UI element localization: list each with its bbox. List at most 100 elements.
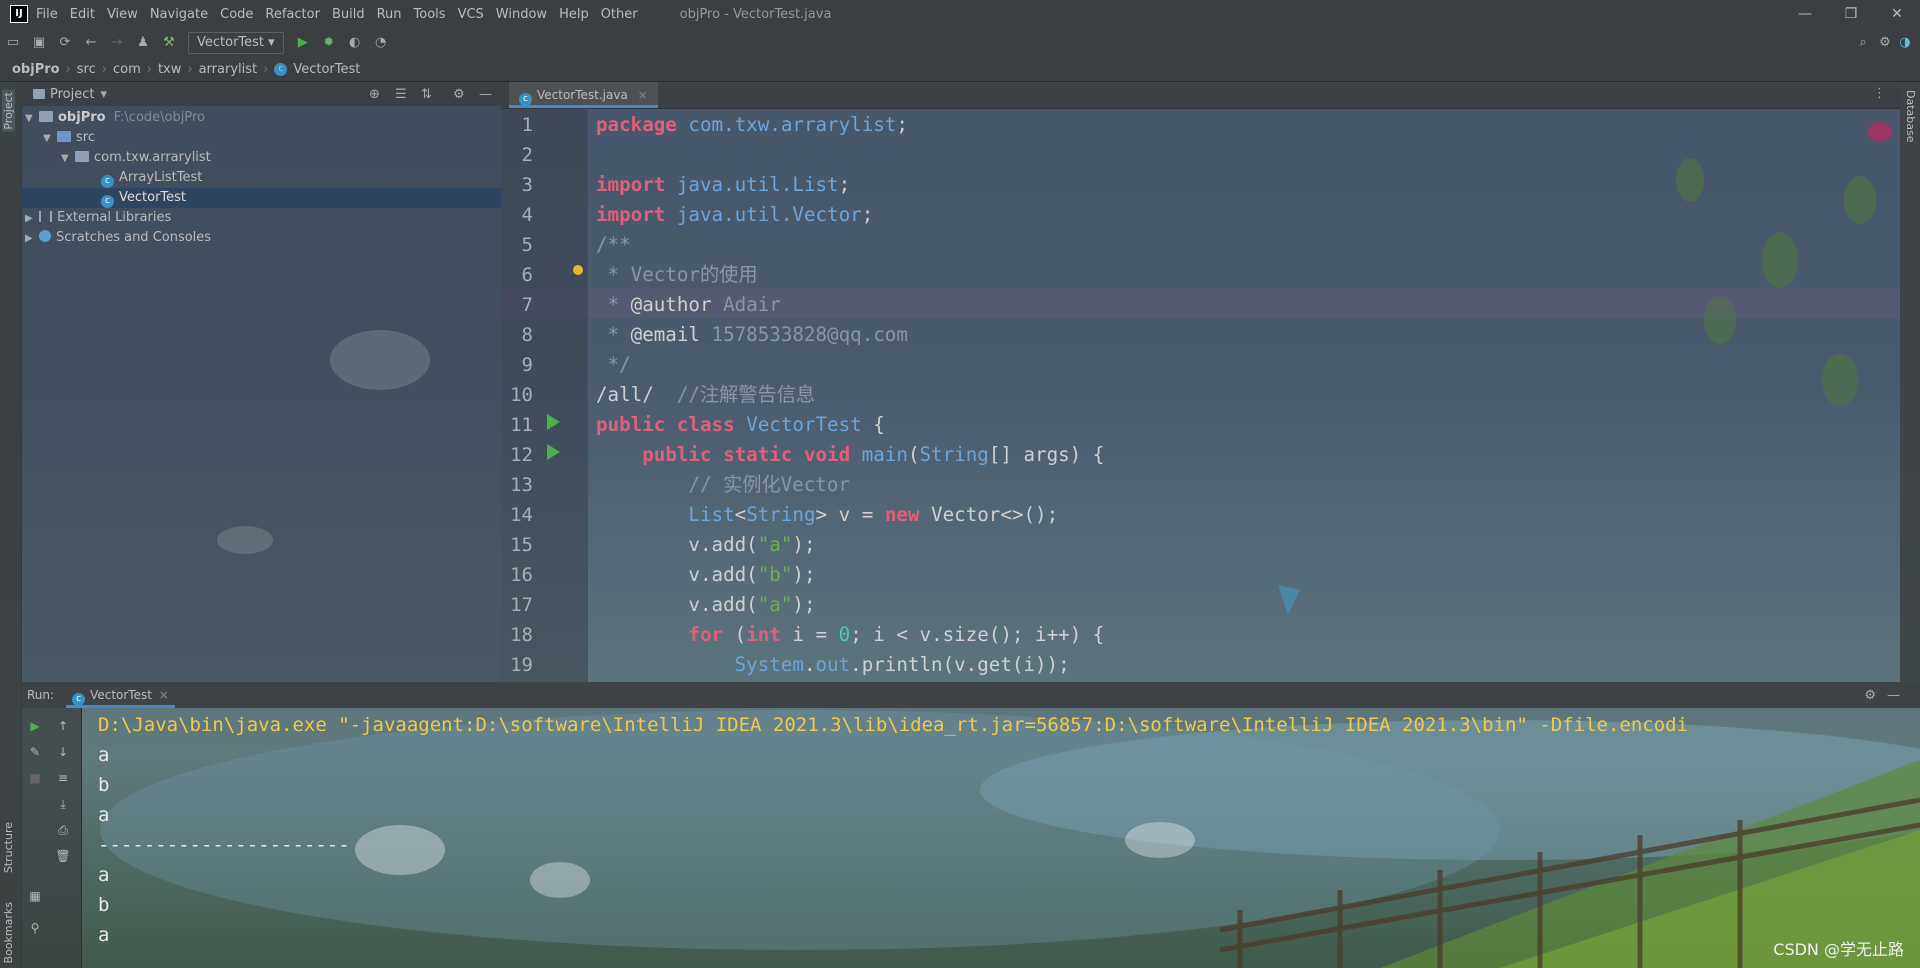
- menu-run[interactable]: Run: [377, 7, 402, 22]
- line-number: 15: [510, 534, 533, 556]
- breadcrumb-txw[interactable]: txw: [158, 62, 181, 77]
- run-icon[interactable]: ▶: [292, 32, 314, 54]
- code-editor[interactable]: package com.txw.arrarylist; import java.…: [587, 108, 1900, 682]
- coverage-icon[interactable]: ◐: [344, 32, 366, 54]
- menu-code[interactable]: Code: [220, 7, 253, 22]
- back-icon[interactable]: ←: [80, 32, 102, 54]
- layout-icon[interactable]: ▦: [25, 886, 45, 906]
- menu-vcs[interactable]: VCS: [458, 7, 484, 22]
- run-class-gutter-icon[interactable]: [547, 414, 560, 430]
- scroll-down-icon[interactable]: ↓: [53, 742, 73, 762]
- tree-item-arraylisttest[interactable]: c ArrayListTest: [21, 168, 501, 188]
- hide-run-panel-icon[interactable]: —: [1887, 688, 1900, 703]
- menu-refactor[interactable]: Refactor: [265, 7, 320, 22]
- breadcrumb-project[interactable]: objPro: [12, 62, 60, 77]
- tree-item-scratches[interactable]: ▶ Scratches and Consoles: [21, 228, 501, 248]
- profile-icon[interactable]: ◔: [370, 32, 392, 54]
- title-bar: IJ File Edit View Navigate Code Refactor Build…: [0, 0, 1920, 28]
- minimize-button[interactable]: —: [1782, 0, 1828, 28]
- wrench-icon[interactable]: ✎: [25, 742, 45, 762]
- line-number: 3: [521, 174, 533, 196]
- open-folder-icon[interactable]: ▭: [2, 32, 24, 54]
- console-line: a: [98, 744, 110, 766]
- settings-gear-icon[interactable]: ⚙: [1874, 32, 1896, 54]
- scroll-up-icon[interactable]: ↑: [53, 716, 73, 736]
- forward-icon[interactable]: →: [106, 32, 128, 54]
- user-icon[interactable]: ♟: [132, 32, 154, 54]
- tree-item-src[interactable]: ▼ src: [21, 128, 501, 148]
- menu-help[interactable]: Help: [559, 7, 589, 22]
- menu-navigate[interactable]: Navigate: [150, 7, 208, 22]
- collapse-all-icon[interactable]: ⇅: [421, 87, 432, 102]
- chevron-down-icon[interactable]: ▼: [61, 149, 75, 169]
- rerun-icon[interactable]: ▶: [25, 716, 45, 736]
- bookmarks-tool-tab[interactable]: Bookmarks: [2, 902, 15, 963]
- chevron-right-icon[interactable]: ▶: [25, 209, 39, 229]
- code-line: v.add("a");: [596, 530, 815, 560]
- chevron-down-icon[interactable]: ▾: [100, 87, 107, 102]
- database-tool-tab[interactable]: Database: [1904, 90, 1917, 143]
- menu-view[interactable]: View: [107, 7, 138, 22]
- locate-icon[interactable]: ⊕: [369, 87, 380, 102]
- panel-settings-icon[interactable]: ⚙: [453, 87, 465, 102]
- console-line: D:\Java\bin\java.exe "-javaagent:D:\soft…: [98, 714, 1689, 736]
- tree-item-objpro[interactable]: ▼ objPro F:\code\objPro: [21, 108, 501, 128]
- menu-window[interactable]: Window: [496, 7, 547, 22]
- close-tab-icon[interactable]: ×: [638, 88, 648, 102]
- project-panel-title[interactable]: Project: [50, 87, 94, 102]
- debug-icon[interactable]: ✹: [318, 32, 340, 54]
- library-icon: [39, 211, 52, 222]
- project-tool-tab[interactable]: Project: [2, 90, 15, 132]
- more-options-icon[interactable]: ⋮: [1873, 86, 1886, 101]
- build-hammer-icon[interactable]: ⚒: [158, 32, 180, 54]
- menu-other[interactable]: Other: [601, 7, 638, 22]
- run-configuration-label: VectorTest: [197, 35, 265, 50]
- sync-icon[interactable]: ⟳: [54, 32, 76, 54]
- expand-all-icon[interactable]: ☰: [395, 87, 407, 102]
- close-tab-icon[interactable]: ×: [159, 688, 169, 702]
- code-token: .println(v.get(i));: [850, 653, 1070, 676]
- trash-icon[interactable]: 🗑: [53, 846, 73, 866]
- plugin-icon[interactable]: ◑: [1894, 32, 1916, 54]
- menu-tools[interactable]: Tools: [414, 7, 446, 22]
- chevron-right-icon[interactable]: ▶: [25, 229, 39, 249]
- soft-wrap-icon[interactable]: ≡: [53, 768, 73, 788]
- structure-tool-tab[interactable]: Structure: [2, 822, 15, 873]
- stop-icon[interactable]: ■: [25, 768, 45, 788]
- breadcrumb-com[interactable]: com: [113, 62, 141, 77]
- tree-item-package[interactable]: ▼ com.txw.arrarylist: [21, 148, 501, 168]
- breadcrumb-src[interactable]: src: [77, 62, 96, 77]
- run-tab-vectortest[interactable]: c VectorTest ×: [66, 682, 175, 708]
- tree-item-external-libraries[interactable]: ▶ External Libraries: [21, 208, 501, 228]
- chevron-down-icon[interactable]: ▼: [25, 109, 39, 129]
- run-settings-icon[interactable]: ⚙: [1864, 688, 1876, 703]
- scroll-to-end-icon[interactable]: ⤓: [53, 794, 73, 814]
- breadcrumb-vectortest[interactable]: VectorTest: [293, 62, 360, 77]
- line-number: 4: [521, 204, 533, 226]
- run-configuration-select[interactable]: VectorTest ▾: [188, 32, 284, 54]
- lightbulb-icon[interactable]: [573, 265, 583, 275]
- editor-tab-vectortest[interactable]: c VectorTest.java ×: [509, 82, 658, 108]
- menu-file[interactable]: File: [36, 7, 58, 22]
- close-window-button[interactable]: ✕: [1874, 0, 1920, 28]
- menu-build[interactable]: Build: [332, 7, 365, 22]
- code-line: v.add("a");: [596, 590, 815, 620]
- breadcrumb-arrarylist[interactable]: arrarylist: [199, 62, 258, 77]
- run-main-gutter-icon[interactable]: [547, 444, 560, 460]
- pin-icon[interactable]: ⚲: [25, 918, 45, 938]
- line-number: 14: [510, 504, 533, 526]
- save-icon[interactable]: ▣: [28, 32, 50, 54]
- print-icon[interactable]: ⎙: [53, 820, 73, 840]
- console-output[interactable]: D:\Java\bin\java.exe "-javaagent:D:\soft…: [81, 708, 1900, 968]
- code-token: public class: [596, 413, 747, 436]
- hide-panel-icon[interactable]: —: [479, 87, 492, 102]
- search-icon[interactable]: ⌕: [1852, 32, 1874, 54]
- chevron-down-icon[interactable]: ▼: [43, 129, 57, 149]
- menu-edit[interactable]: Edit: [70, 7, 95, 22]
- restore-button[interactable]: ❐: [1828, 0, 1874, 28]
- code-token: ;: [838, 173, 851, 196]
- tree-item-vectortest[interactable]: c VectorTest: [21, 188, 501, 208]
- code-token: * Vector的使用: [596, 263, 758, 286]
- code-token: //注解警告信息: [676, 383, 816, 406]
